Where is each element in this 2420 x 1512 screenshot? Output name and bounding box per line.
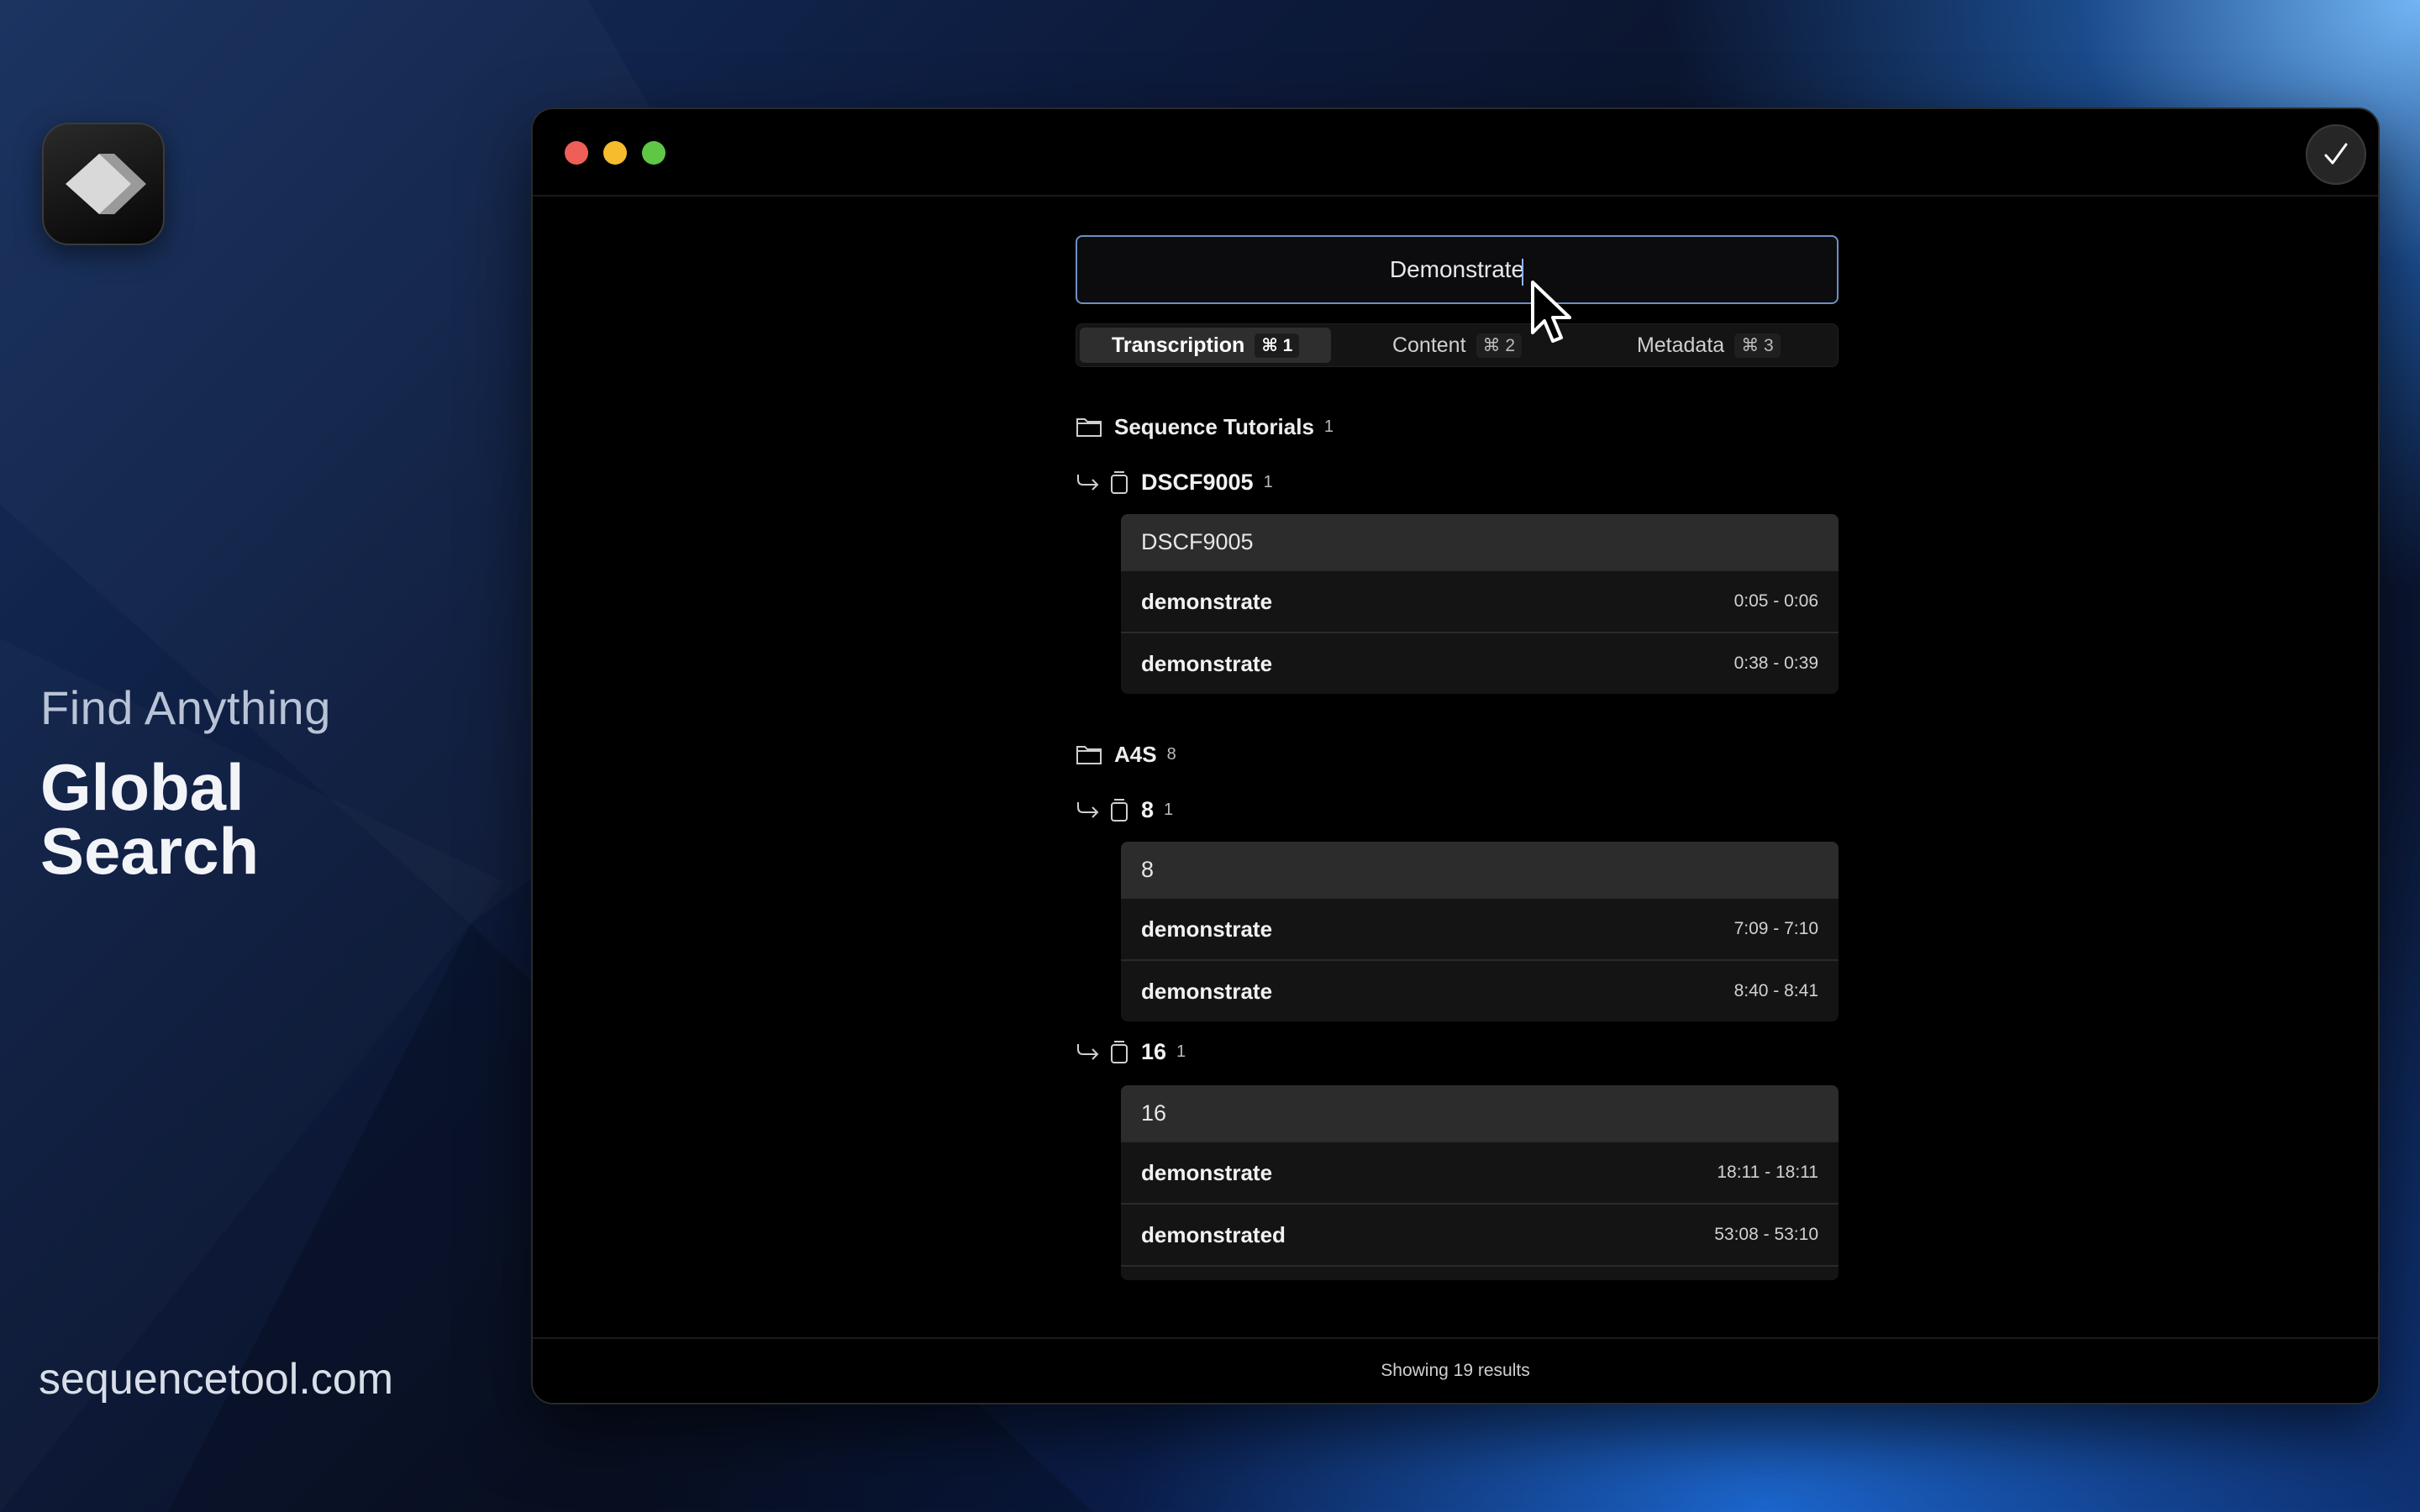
match-time: 0:05 - 0:06 xyxy=(1733,591,1818,611)
tab-label: Content xyxy=(1392,333,1466,357)
match-row[interactable]: demonstrate 0:05 - 0:06 xyxy=(1121,570,1839,632)
checkmark-icon xyxy=(2324,143,2348,165)
folder-count: 8 xyxy=(1166,744,1176,764)
clip-icon xyxy=(1111,799,1128,822)
clip-icon xyxy=(1111,471,1128,494)
search-input[interactable] xyxy=(1077,256,1837,283)
match-time: 18:11 - 18:11 xyxy=(1717,1163,1818,1182)
maximize-window-button[interactable] xyxy=(642,141,666,165)
match-row[interactable]: demonstrate 7:09 - 7:10 xyxy=(1121,897,1839,959)
clip-group-header: 8 xyxy=(1121,842,1839,897)
tab-shortcut: ⌘ 3 xyxy=(1734,333,1781,358)
clip-row[interactable]: DSCF9005 1 xyxy=(1076,465,1273,499)
folder-icon xyxy=(1076,418,1102,437)
confirm-button[interactable] xyxy=(2306,124,2366,185)
tagline-subtitle: Find Anything xyxy=(40,681,331,734)
match-time: 7:09 - 7:10 xyxy=(1733,919,1818,938)
folder-icon xyxy=(1076,746,1102,764)
website-url: sequencetool.com xyxy=(39,1355,394,1404)
clip-count: 1 xyxy=(1164,800,1174,819)
tab-transcription[interactable]: Transcription ⌘ 1 xyxy=(1080,328,1332,363)
match-word: demonstrate xyxy=(1141,1159,1273,1185)
search-mode-tabs: Transcription ⌘ 1 Content ⌘ 2 Metadata ⌘… xyxy=(1076,323,1839,367)
nested-arrow-icon xyxy=(1077,802,1099,818)
folder-row[interactable]: A4S 8 xyxy=(1076,738,1176,771)
text-caret xyxy=(1522,259,1523,286)
tab-label: Transcription xyxy=(1111,333,1245,357)
app-logo xyxy=(42,123,165,245)
close-window-button[interactable] xyxy=(565,141,588,165)
clip-row[interactable]: 16 1 xyxy=(1076,1035,1186,1068)
match-time: 8:40 - 8:41 xyxy=(1733,981,1818,1000)
clip-match-group: DSCF9005 demonstrate 0:05 - 0:06 demonst… xyxy=(1121,514,1839,694)
match-word: demonstrate xyxy=(1141,916,1273,942)
clip-name: 16 xyxy=(1141,1038,1167,1064)
promo-tagline: Find Anything Global Search xyxy=(40,680,376,888)
match-time: 53:08 - 53:10 xyxy=(1714,1225,1818,1244)
match-word: demonstrate xyxy=(1141,650,1273,676)
match-row[interactable]: demonstrate 8:40 - 8:41 xyxy=(1121,959,1839,1021)
search-field[interactable] xyxy=(1076,235,1839,304)
folder-name: A4S xyxy=(1114,741,1157,767)
match-word: demonstrate xyxy=(1141,978,1273,1004)
match-word: demonstrate xyxy=(1141,588,1273,614)
match-time: 0:38 - 0:39 xyxy=(1733,654,1818,673)
clip-count: 1 xyxy=(1176,1042,1186,1061)
match-row[interactable]: demonstrate 18:11 - 18:11 xyxy=(1121,1141,1839,1203)
results-count-text: Showing 19 results xyxy=(1381,1361,1530,1380)
minimize-window-button[interactable] xyxy=(603,141,627,165)
title-bar xyxy=(533,109,2378,197)
match-word: demonstrated xyxy=(1141,1221,1286,1247)
folder-name: Sequence Tutorials xyxy=(1114,413,1314,439)
clip-icon xyxy=(1111,1041,1128,1063)
results-status-bar: Showing 19 results xyxy=(533,1337,2378,1403)
tab-shortcut: ⌘ 2 xyxy=(1476,333,1523,358)
nested-arrow-icon xyxy=(1077,475,1099,491)
folder-row[interactable]: Sequence Tutorials 1 xyxy=(1076,410,1334,444)
folder-count: 1 xyxy=(1323,417,1334,436)
tab-metadata[interactable]: Metadata ⌘ 3 xyxy=(1583,328,1834,363)
mouse-cursor-icon xyxy=(1531,281,1571,343)
clip-group-header: 16 xyxy=(1121,1085,1839,1141)
match-row[interactable]: demonstrated 53:08 - 53:10 xyxy=(1121,1203,1839,1265)
tab-shortcut: ⌘ 1 xyxy=(1255,333,1300,358)
clip-match-group: 16 demonstrate 18:11 - 18:11 demonstrate… xyxy=(1121,1085,1839,1280)
tab-label: Metadata xyxy=(1636,333,1725,357)
clip-count: 1 xyxy=(1263,472,1273,491)
clip-match-group: 8 demonstrate 7:09 - 7:10 demonstrate 8:… xyxy=(1121,842,1839,1021)
clip-name: 8 xyxy=(1141,796,1155,822)
clip-name: DSCF9005 xyxy=(1141,469,1254,495)
tagline-title: Global Search xyxy=(40,750,260,888)
logo-icon xyxy=(66,154,146,214)
match-row-partial[interactable] xyxy=(1121,1265,1839,1280)
match-row[interactable]: demonstrate 0:38 - 0:39 xyxy=(1121,632,1839,694)
nested-arrow-icon xyxy=(1077,1044,1099,1060)
app-window: Transcription ⌘ 1 Content ⌘ 2 Metadata ⌘… xyxy=(531,108,2380,1404)
clip-group-header: DSCF9005 xyxy=(1121,514,1839,570)
clip-row[interactable]: 8 1 xyxy=(1076,793,1173,827)
